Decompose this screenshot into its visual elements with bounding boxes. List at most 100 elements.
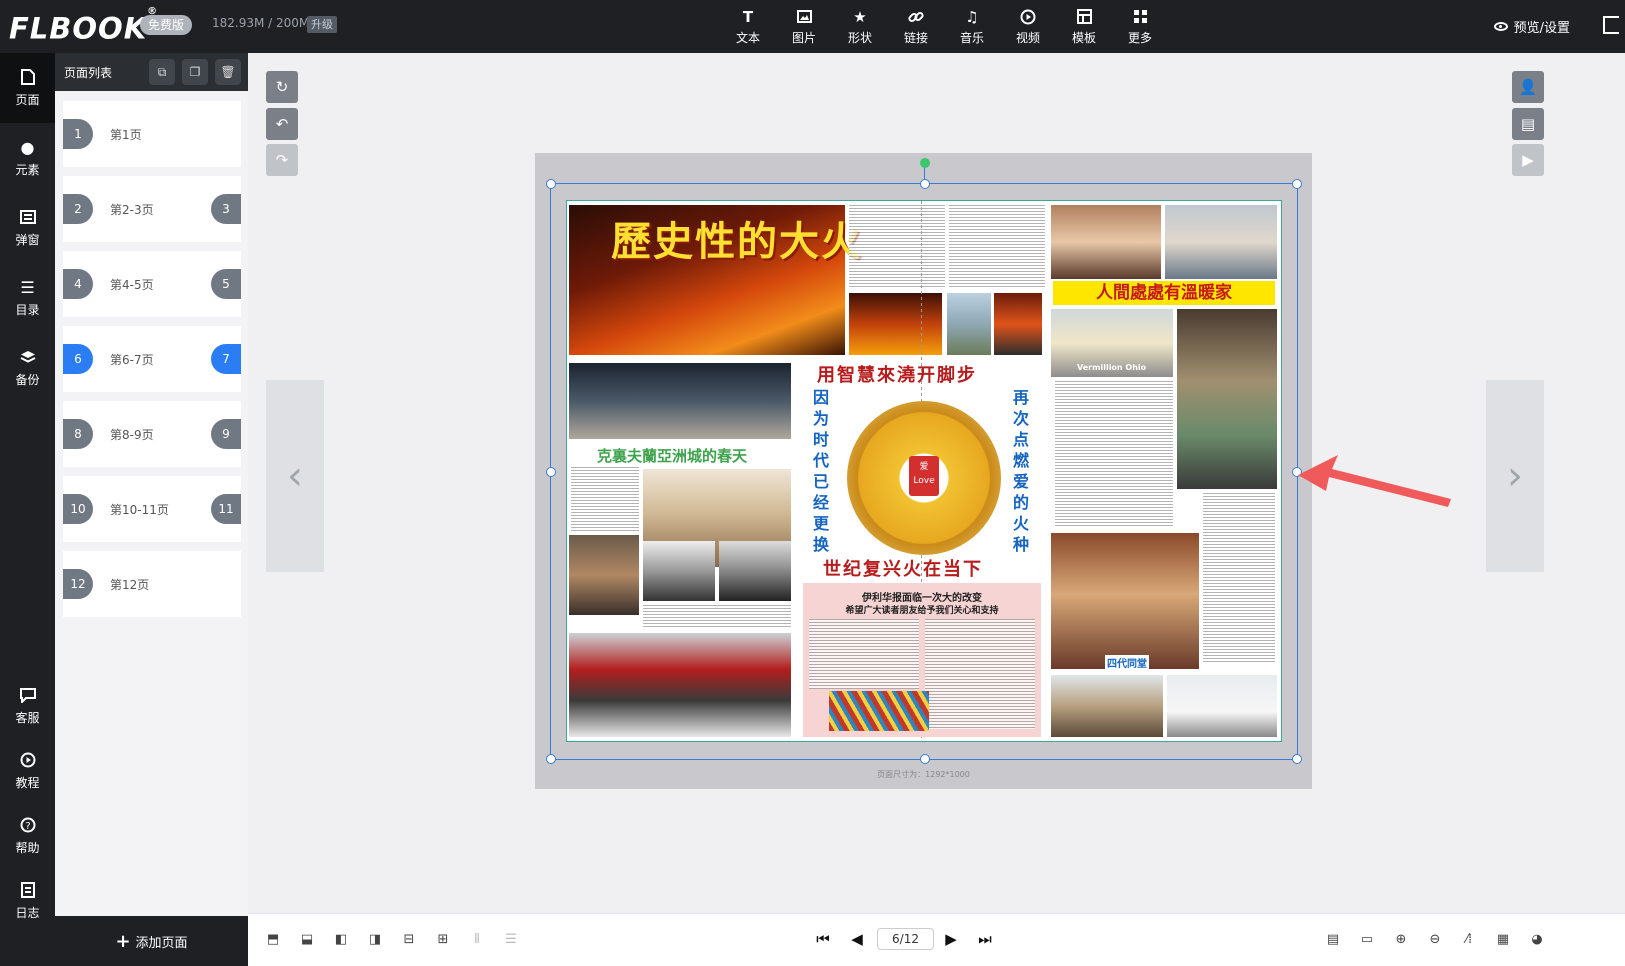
palette-icon: ◕ [1531, 931, 1543, 947]
page-item-10-11[interactable]: 10 第10-11页 11 [63, 476, 241, 542]
resize-handle-n[interactable] [920, 179, 930, 189]
align-left-button[interactable]: ◧ [332, 930, 350, 948]
resize-handle-sw[interactable] [546, 754, 556, 764]
play-animation-button[interactable]: ▶ [1512, 144, 1544, 176]
resize-handle-w[interactable] [546, 467, 556, 477]
flbook-logo[interactable]: FLBOOK® [9, 6, 158, 46]
align-vertical-center-button[interactable]: ⊟ [400, 930, 418, 948]
distribute-vertical-button[interactable]: ☰ [502, 930, 520, 948]
align-right-button[interactable]: ◨ [366, 930, 384, 948]
page-item-2-3[interactable]: 2 第2-3页 3 [63, 176, 241, 242]
nav-tutorial[interactable]: 教程 [0, 736, 55, 806]
theme-button[interactable]: ◕ [1528, 930, 1546, 948]
undo-icon: ↶ [275, 115, 289, 133]
upgrade-button[interactable]: 升级 [307, 16, 337, 33]
copy-page-button[interactable]: ⧉ [149, 59, 175, 85]
exit-icon[interactable] [1603, 16, 1619, 34]
undo-button[interactable]: ↶ [266, 108, 298, 140]
next-page-icon: ▶ [945, 930, 957, 948]
zoom-out-icon: ⊖ [1429, 931, 1441, 947]
left-vertical-slogan: 因为时代已经更换 [812, 388, 829, 554]
resize-handle-nw[interactable] [546, 179, 556, 189]
values-wheel-graphic: 爱 Love [847, 401, 1001, 555]
rotate-handle[interactable] [920, 158, 930, 168]
align-bottom-button[interactable]: ⬓ [298, 930, 316, 948]
panel-title: 页面列表 [64, 66, 113, 80]
text-tool-button[interactable]: T 文本 [720, 0, 776, 53]
page-number-input[interactable]: 6/12 [877, 928, 934, 950]
align-horizontal-center-button[interactable]: ⊞ [434, 930, 452, 948]
single-page-view-button[interactable]: ▤ [1324, 930, 1342, 948]
image-tool-button[interactable]: 图片 [776, 0, 832, 53]
family-photo-2 [1165, 205, 1277, 279]
left-navigation: 页面 ● 元素 弹窗 ☰ 目录 备份 客服 教程 ? 帮助 日志 [0, 53, 55, 966]
template-icon [1075, 8, 1093, 26]
nav-elements[interactable]: ● 元素 [0, 123, 55, 193]
video-tool-button[interactable]: 视频 [1000, 0, 1056, 53]
history-button[interactable]: ↻ [266, 71, 298, 103]
four-generations-caption: 四代同堂 [1105, 655, 1149, 670]
guides-button[interactable]: ⁄⁞ [1460, 930, 1478, 948]
fit-view-button[interactable]: ▭ [1358, 930, 1376, 948]
next-page-button[interactable]: ▶ [942, 930, 960, 948]
zoom-out-button[interactable]: ⊖ [1426, 930, 1444, 948]
page-list-panel: 页面列表 ⧉ ❐ 🗑 1 第1页 2 第2-3页 3 4 第4-5页 5 6 第6-7页 7 … [55, 53, 248, 966]
add-collaborator-button[interactable]: 👤 [1512, 71, 1544, 103]
nav-popup[interactable]: 弹窗 [0, 193, 55, 263]
nav-page[interactable]: 页面 [0, 53, 55, 123]
nav-backup[interactable]: 备份 [0, 333, 55, 403]
duplicate-page-button[interactable]: ❐ [182, 59, 208, 85]
redo-button[interactable]: ↷ [266, 144, 298, 176]
family-dogs-photo [1051, 675, 1163, 737]
page-item-6-7[interactable]: 6 第6-7页 7 [63, 326, 241, 392]
delete-page-button[interactable]: 🗑 [215, 59, 241, 85]
insert-tools: T 文本 图片 ★ 形状 链接 ♫ 音乐 视频 模板 更多 [720, 0, 1168, 53]
single-page-icon: ▤ [1326, 931, 1340, 947]
nav-support[interactable]: 客服 [0, 671, 55, 741]
page-item-4-5[interactable]: 4 第4-5页 5 [63, 251, 241, 317]
page-size-label: 页面尺寸为：1292*1000 [877, 770, 970, 779]
guides-icon: ⁄⁞ [1465, 931, 1473, 947]
preview-settings-button[interactable]: 预览/设置 [1493, 17, 1570, 36]
announcement-text-1 [809, 619, 919, 689]
more-tool-button[interactable]: 更多 [1112, 0, 1168, 53]
prev-page-button[interactable]: ◀ [848, 930, 866, 948]
page-item-12[interactable]: 12 第12页 [63, 551, 241, 617]
center-bottom-slogan: 世纪复兴火在当下 [823, 559, 983, 580]
resize-handle-se[interactable] [1292, 754, 1302, 764]
nav-help[interactable]: ? 帮助 [0, 801, 55, 871]
resize-handle-s[interactable] [920, 754, 930, 764]
play-circle-icon [1019, 8, 1037, 26]
fire-article-text [849, 205, 945, 289]
link-tool-button[interactable]: 链接 [888, 0, 944, 53]
page-settings-button[interactable]: ▤ [1512, 108, 1544, 140]
music-tool-button[interactable]: ♫ 音乐 [944, 0, 1000, 53]
add-page-button[interactable]: + 添加页面 [55, 916, 248, 966]
distribute-horizontal-button[interactable]: ⦀ [468, 930, 486, 948]
distribute-horizontal-icon: ⦀ [474, 931, 480, 947]
canvas-area: ↻ ↶ ↷ 👤 ▤ ▶ ‹ › 歷史性的大火 克裏夫蘭亞洲城的春天 用智慧來澆开… [248, 53, 1625, 913]
align-vertical-center-icon: ⊟ [403, 931, 415, 947]
last-page-button[interactable]: ⏭ [976, 930, 994, 948]
next-page-zone[interactable]: › [1486, 380, 1544, 572]
page-settings-icon: ▤ [1520, 115, 1536, 133]
announcement-title: 伊利华报面临一次大的改变 [862, 593, 982, 604]
zoom-in-button[interactable]: ⊕ [1392, 930, 1410, 948]
resize-handle-ne[interactable] [1292, 179, 1302, 189]
first-page-button[interactable]: ⏮ [814, 930, 832, 948]
shape-tool-button[interactable]: ★ 形状 [832, 0, 888, 53]
nav-log[interactable]: 日志 [0, 866, 55, 936]
previous-page-zone[interactable]: ‹ [266, 380, 324, 572]
list-icon: ☰ [20, 277, 35, 297]
grid-button[interactable]: ▦ [1494, 930, 1512, 948]
template-tool-button[interactable]: 模板 [1056, 0, 1112, 53]
align-horizontal-center-icon: ⊞ [437, 931, 449, 947]
align-top-left-button[interactable]: ⬒ [264, 930, 282, 948]
nav-toc[interactable]: ☰ 目录 [0, 263, 55, 333]
zoom-in-icon: ⊕ [1395, 931, 1407, 947]
page-item-1[interactable]: 1 第1页 [63, 101, 241, 167]
newspaper-stack-photo [829, 691, 929, 731]
fire-article-text-2 [949, 205, 1045, 289]
page-item-8-9[interactable]: 8 第8-9页 9 [63, 401, 241, 467]
page-list-header: 页面列表 ⧉ ❐ 🗑 [55, 53, 248, 91]
